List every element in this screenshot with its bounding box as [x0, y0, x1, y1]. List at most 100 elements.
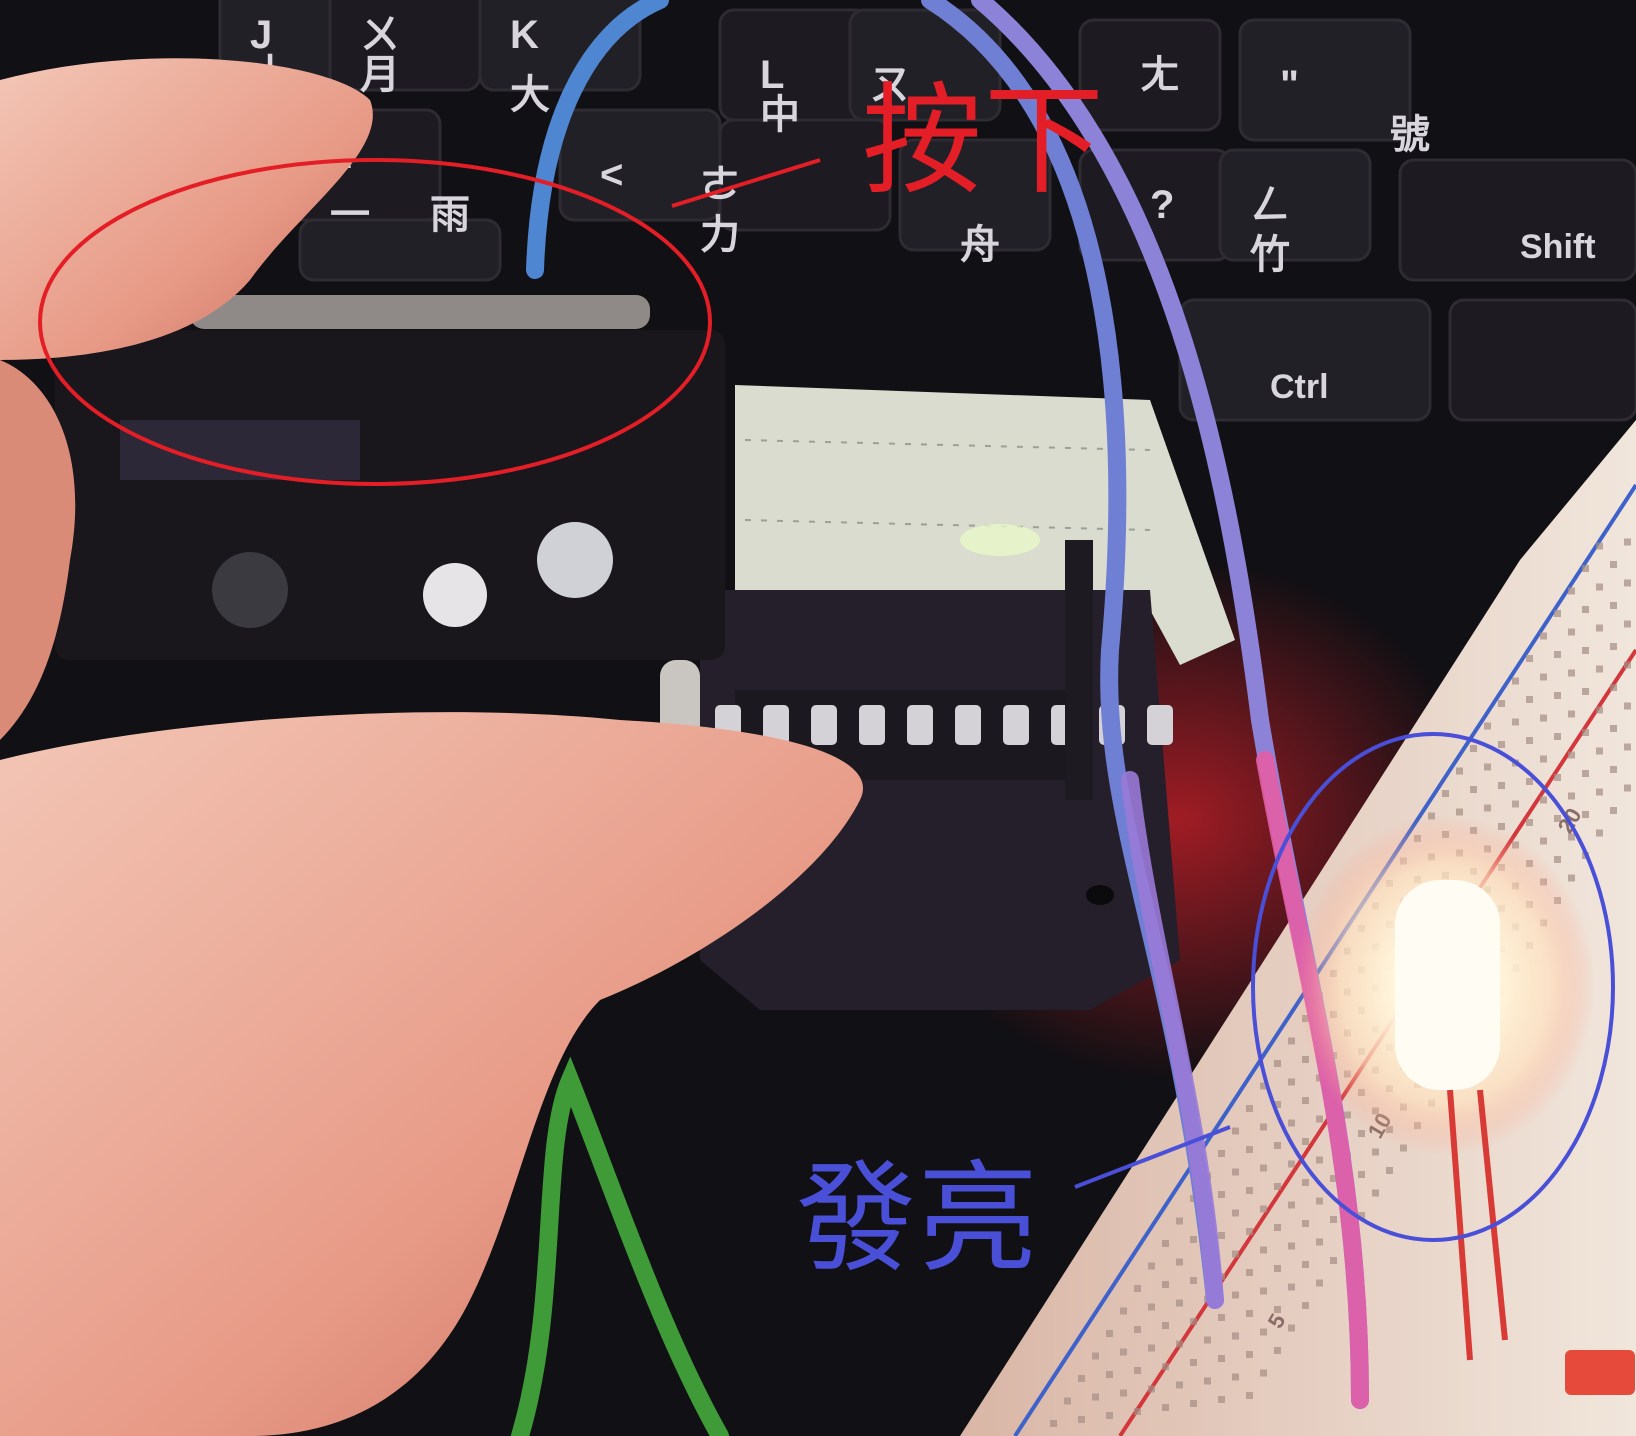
breadboard-hole	[1232, 1373, 1239, 1381]
breadboard-hole	[1218, 1232, 1225, 1239]
breadboard-hole	[1330, 1257, 1337, 1264]
breadboard-hole	[1484, 722, 1491, 730]
breadboard-hole	[1162, 1281, 1169, 1288]
breadboard-hole	[1582, 770, 1589, 777]
breadboard-hole	[1302, 1056, 1309, 1063]
breadboard-hole	[1274, 1060, 1281, 1067]
breadboard-hole	[1260, 1369, 1267, 1377]
key-label: 竹	[1250, 233, 1290, 277]
breadboard-hole	[1274, 1347, 1281, 1354]
keycap	[1218, 148, 1372, 262]
breadboard-hole	[1106, 1412, 1113, 1419]
breadboard-hole	[1190, 1359, 1197, 1366]
breadboard-hole	[1092, 1352, 1099, 1360]
breadboard-hole	[1610, 766, 1617, 773]
breadboard-hole	[1148, 1385, 1155, 1393]
breadboard-hole	[1554, 610, 1561, 617]
breadboard-hole	[1232, 1332, 1239, 1340]
breadboard-hole	[1288, 1283, 1295, 1291]
breadboard-hole	[1316, 1197, 1323, 1205]
breadboard-hole	[1540, 796, 1547, 804]
breadboard-hole	[1288, 1324, 1295, 1332]
breadboard-hole	[1134, 1408, 1141, 1415]
key-label: 一	[330, 193, 370, 237]
breadboard-hole	[1484, 804, 1491, 812]
breadboard-hole	[1288, 1119, 1295, 1127]
breadboard-hole	[1232, 1291, 1239, 1299]
breadboard-hole	[1554, 856, 1561, 863]
breadboard-hole	[1246, 1228, 1253, 1235]
chip-pin	[907, 705, 933, 745]
breadboard-hole	[1260, 1123, 1267, 1131]
key-label: ㄥ	[1250, 183, 1290, 227]
breadboard-hole	[1148, 1344, 1155, 1352]
breadboard-hole	[1582, 729, 1589, 736]
breadboard-hole	[1190, 1318, 1197, 1325]
breadboard-hole	[1260, 1164, 1267, 1172]
breadboard-hole	[1274, 1265, 1281, 1272]
breadboard-hole	[1148, 1262, 1155, 1270]
breadboard-hole	[1260, 1287, 1267, 1295]
breadboard-hole	[1512, 800, 1519, 808]
press-label: 按下	[862, 72, 1106, 211]
chip-pin	[1147, 705, 1173, 745]
breadboard-hole	[1568, 587, 1575, 595]
breadboard-hole	[1232, 1168, 1239, 1176]
breadboard-hole	[1134, 1285, 1141, 1292]
breadboard-hole	[1176, 1258, 1183, 1266]
breadboard-hole	[1554, 774, 1561, 781]
breadboard-hole	[1302, 1097, 1309, 1104]
breadboard-hole	[1540, 673, 1547, 681]
breadboard-hole	[1302, 1261, 1309, 1268]
key-label: <	[600, 153, 623, 197]
breadboard-hole	[1568, 874, 1575, 882]
breadboard-hole	[1288, 1242, 1295, 1250]
breadboard-hole	[1204, 1377, 1211, 1385]
breadboard-hole	[1176, 1299, 1183, 1307]
breadboard-hole	[1274, 1224, 1281, 1231]
breadboard-hole	[1274, 1142, 1281, 1149]
breadboard-hole	[1162, 1404, 1169, 1411]
breadboard-hole	[1470, 786, 1477, 793]
breadboard-hole	[1498, 741, 1505, 748]
breadboard-hole	[1218, 1191, 1225, 1198]
breadboard-hole	[1610, 725, 1617, 732]
red-component	[1565, 1350, 1635, 1395]
key-label: L	[760, 53, 784, 97]
breadboard-hole	[1456, 808, 1463, 816]
breadboard-hole	[1554, 651, 1561, 658]
breadboard-hole	[1148, 1303, 1155, 1311]
breadboard-hole	[1288, 1037, 1295, 1045]
breadboard-hole	[1372, 1189, 1379, 1197]
breadboard-hole	[1246, 1392, 1253, 1399]
breadboard-hole	[1078, 1375, 1085, 1382]
breadboard-hole	[1218, 1150, 1225, 1157]
breadboard-hole	[1596, 788, 1603, 796]
key-label: Ctrl	[1270, 368, 1329, 406]
breadboard-hole	[1596, 542, 1603, 550]
breadboard-hole	[1610, 684, 1617, 691]
keycap	[558, 108, 722, 222]
breadboard-hole	[1218, 1355, 1225, 1362]
breadboard-hole	[1526, 819, 1533, 826]
breadboard-hole	[1568, 792, 1575, 800]
breadboard-hole	[1246, 1269, 1253, 1276]
breadboard-hole	[1358, 1171, 1365, 1178]
breadboard-hole	[1372, 1148, 1379, 1156]
breadboard-hole	[1596, 583, 1603, 591]
breadboard-hole	[1176, 1217, 1183, 1225]
breadboard-hole	[1106, 1371, 1113, 1378]
breadboard-hole	[1274, 1306, 1281, 1313]
breadboard-hole	[1512, 677, 1519, 685]
breadboard-hole	[1610, 643, 1617, 650]
breadboard-hole	[1526, 737, 1533, 744]
breadboard-hole	[1260, 1328, 1267, 1336]
key-label: 月	[360, 53, 400, 97]
breadboard-hole	[1386, 1167, 1393, 1174]
breadboard-hole	[1540, 837, 1547, 845]
breadboard-hole	[1162, 1363, 1169, 1370]
breadboard-hole	[1218, 1396, 1225, 1403]
keycap	[1238, 18, 1412, 142]
breadboard-hole	[1162, 1322, 1169, 1329]
key-label: ㄤ	[1140, 53, 1180, 97]
